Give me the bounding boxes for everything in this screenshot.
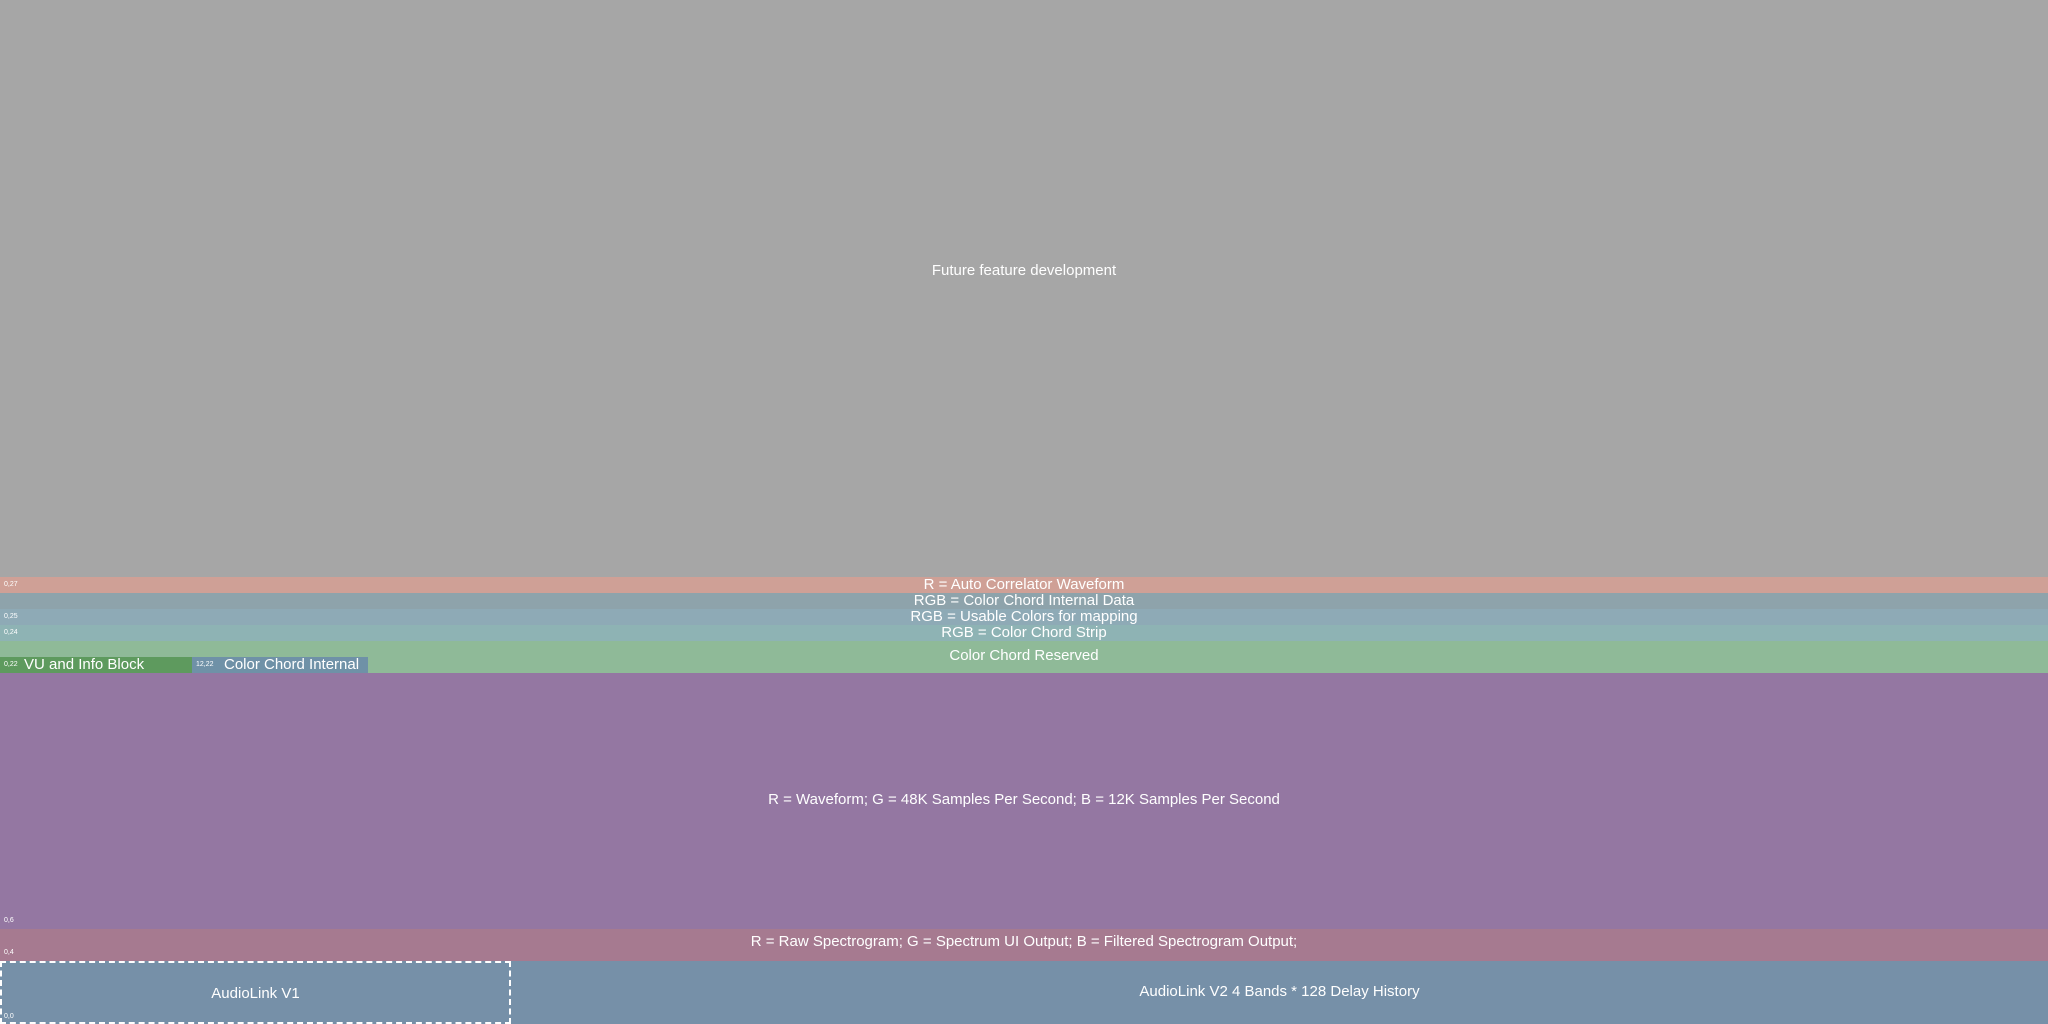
spectrogram-label: R = Raw Spectrogram; G = Spectrum UI Out… (750, 933, 1298, 950)
audiolink-v1-label: AudioLink V1 (211, 985, 300, 1002)
color-chord-internal-data-band: RGB = Color Chord Internal Data (0, 593, 2048, 609)
autocorrelator-label: R = Auto Correlator Waveform (923, 576, 1125, 593)
color-chord-strip-band: 0,24 RGB = Color Chord Strip (0, 625, 2048, 641)
audiolink-v2-label: AudioLink V2 4 Bands * 128 Delay History (1139, 983, 1420, 1000)
usable-colors-label: RGB = Usable Colors for mapping (910, 608, 1138, 625)
origin-coord-label: 0,0 (4, 1013, 14, 1020)
color-chord-internal-block: 12,22 Color Chord Internal (192, 657, 368, 673)
spectrogram-band: R = Raw Spectrogram; G = Spectrum UI Out… (0, 929, 2048, 961)
color-chord-strip-label: RGB = Color Chord Strip (941, 624, 1107, 641)
color-chord-internal-block-label: Color Chord Internal (224, 656, 360, 673)
usable-colors-band: 0,25 RGB = Usable Colors for mapping (0, 609, 2048, 625)
waveform-label: R = Waveform; G = 48K Samples Per Second… (768, 791, 1280, 808)
color-chord-internal-data-label: RGB = Color Chord Internal Data (913, 592, 1135, 609)
future-feature-region: Future feature development (0, 0, 2048, 577)
vu-info-block-label: VU and Info Block (24, 656, 145, 673)
audiolink-v2-region: AudioLink V2 4 Bands * 128 Delay History (511, 961, 2048, 1024)
coord-label: 0,6 (4, 917, 14, 924)
autocorrelator-band: 0,27 R = Auto Correlator Waveform (0, 577, 2048, 593)
vu-info-block: 0,22 VU and Info Block (0, 657, 192, 673)
coord-label: 0,22 (4, 661, 18, 668)
future-feature-label: Future feature development (931, 262, 1117, 279)
coord-label: 12,22 (196, 661, 214, 668)
audiolink-v1-region: AudioLink V1 (0, 961, 511, 1024)
coord-label: 0,4 (4, 949, 14, 956)
waveform-band: R = Waveform; G = 48K Samples Per Second… (0, 673, 2048, 929)
